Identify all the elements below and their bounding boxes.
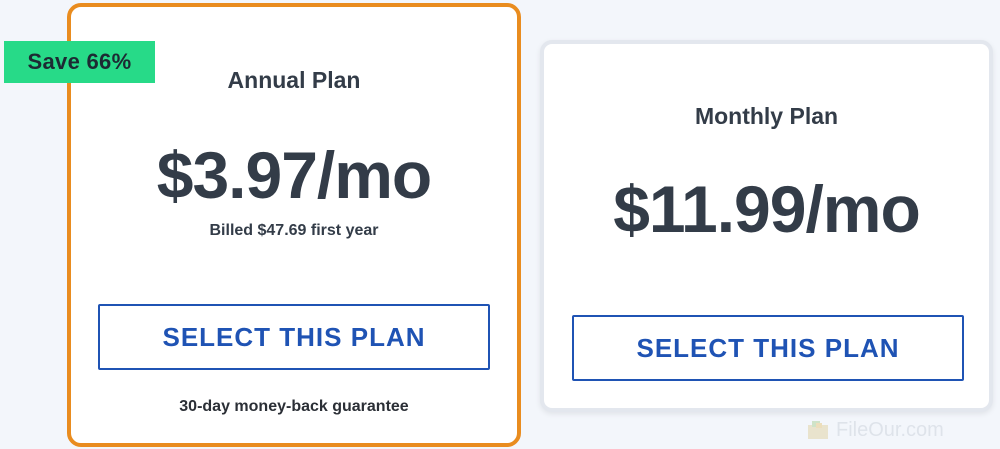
monthly-plan-title: Monthly Plan [694,103,839,129]
monthly-plan-card: Monthly Plan $11.99/mo SELECT THIS PLAN [540,40,993,412]
watermark-text: FileOur.com [836,418,944,441]
money-back-guarantee: 30-day money-back guarantee [179,398,409,415]
select-monthly-plan-button[interactable]: SELECT THIS PLAN [572,315,964,381]
watermark: FileOur.com [806,414,996,446]
fileour-logo-icon [808,421,828,439]
savings-badge: Save 66% [4,41,155,83]
select-annual-plan-button[interactable]: SELECT THIS PLAN [98,304,490,370]
monthly-plan-price: $11.99/mo [613,172,921,246]
annual-billing-note: Billed $47.69 first year [209,222,379,239]
annual-plan-price: $3.97/mo [156,138,433,212]
